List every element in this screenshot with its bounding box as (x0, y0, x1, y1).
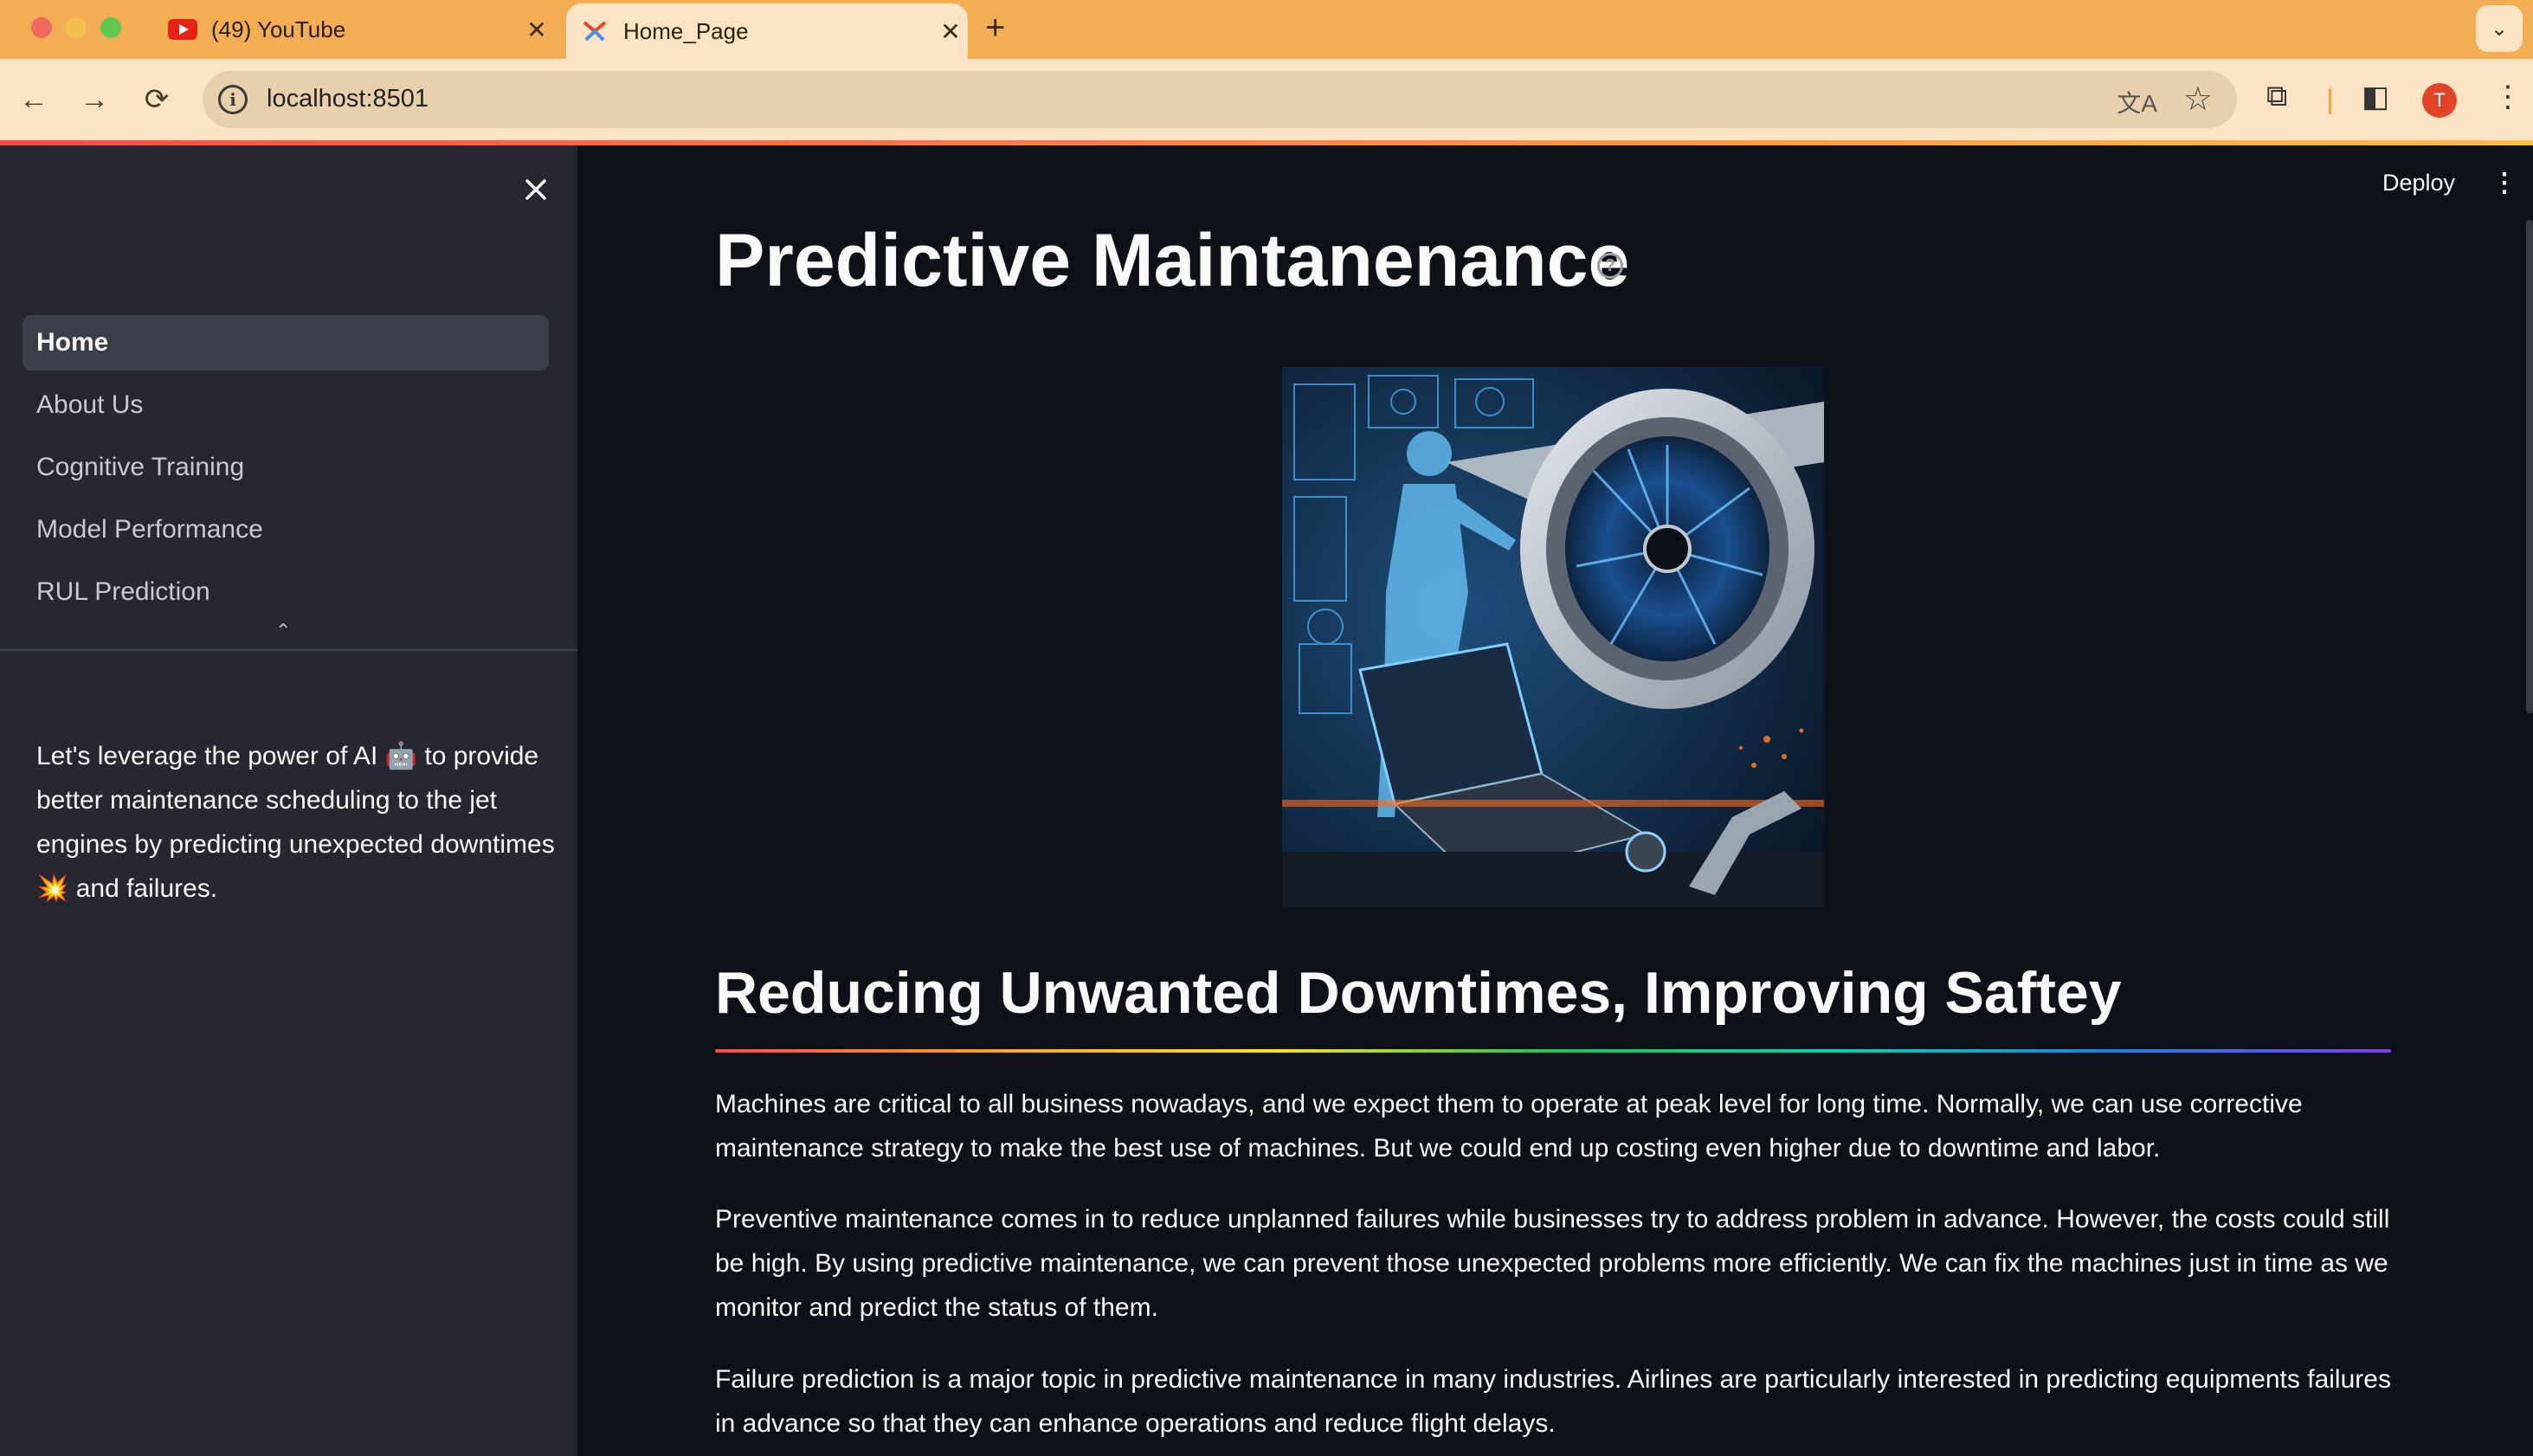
heading-divider (715, 1049, 2391, 1053)
collapse-nav-chevron-icon[interactable]: ⌃ (275, 620, 291, 642)
close-sidebar-icon[interactable] (516, 170, 556, 209)
paragraph-preventive: Preventive maintenance comes in to reduc… (715, 1205, 2390, 1322)
page-title: Predictive Maintanenance (715, 219, 1630, 302)
window-maximize-button[interactable] (100, 17, 121, 38)
collision-emoji-icon: 💥 (36, 874, 69, 903)
reload-icon[interactable]: ⟳ (135, 78, 178, 121)
tab-title: Home_Page (623, 17, 749, 44)
paragraph-failure-prediction: Failure prediction is a major topic in p… (715, 1365, 2391, 1438)
side-panel-icon[interactable]: ◧ (2362, 80, 2389, 114)
tab-home-page[interactable]: Home_Page ✕ (566, 3, 968, 59)
youtube-icon (168, 15, 197, 44)
sidebar-nav: Home About Us Cognitive Training Model P… (23, 315, 549, 627)
sidebar-item-rul-prediction[interactable]: RUL Prediction (23, 564, 549, 620)
tab-search-chevron-icon[interactable]: ⌄ (2476, 5, 2523, 52)
section-heading: Reducing Unwanted Downtimes, Improving S… (715, 960, 2122, 1026)
sidebar: Home About Us Cognitive Training Model P… (0, 145, 577, 1456)
back-arrow-icon[interactable]: ← (12, 78, 55, 121)
main-scrollbar[interactable] (2526, 220, 2533, 713)
streamlit-icon (580, 16, 609, 46)
window-close-button[interactable] (31, 17, 52, 38)
help-tooltip-icon[interactable]: ? (1597, 253, 1623, 279)
profile-avatar[interactable]: T (2422, 83, 2457, 118)
deploy-button[interactable]: Deploy (2382, 170, 2455, 196)
translate-icon[interactable]: 文A (2117, 85, 2157, 119)
sidebar-item-about-us[interactable]: About Us (23, 377, 549, 433)
paragraph-corrective: Machines are critical to all business no… (715, 1090, 2303, 1163)
address-bar[interactable]: i localhost:8501 文A ☆ (203, 71, 2237, 128)
tab-title: (49) YouTube (211, 16, 346, 42)
url-text[interactable]: localhost:8501 (267, 85, 429, 113)
site-info-icon[interactable]: i (218, 85, 248, 114)
sidebar-item-model-performance[interactable]: Model Performance (23, 502, 549, 557)
bookmark-star-icon[interactable]: ☆ (2183, 80, 2213, 119)
main-menu-icon[interactable]: ⋮ (2491, 168, 2517, 198)
new-tab-button[interactable]: + (985, 9, 1005, 48)
sidebar-item-home[interactable]: Home (23, 315, 549, 370)
close-tab-icon[interactable]: ✕ (519, 16, 554, 44)
window-minimize-button[interactable] (66, 17, 87, 38)
sidebar-item-cognitive-training[interactable]: Cognitive Training (23, 440, 549, 495)
close-tab-icon[interactable]: ✕ (933, 17, 968, 46)
toolbar-divider (2329, 88, 2331, 114)
browser-tab-bar: (49) YouTube ✕ Home_Page ✕ + ⌄ (0, 0, 2533, 59)
tab-youtube[interactable]: (49) YouTube ✕ (147, 0, 554, 59)
robot-emoji-icon: 🤖 (384, 742, 418, 770)
sidebar-divider (0, 649, 577, 651)
sidebar-description: Let's leverage the power of AI 🤖 to prov… (36, 742, 555, 903)
hero-image-jet-engine (1282, 367, 1824, 907)
extensions-puzzle-icon[interactable]: ⧉ (2266, 80, 2287, 113)
browser-toolbar: ← → ⟳ i localhost:8501 文A ☆ ⧉ ◧ T ⋮ (0, 59, 2533, 140)
browser-menu-icon[interactable]: ⋮ (2493, 80, 2523, 114)
forward-arrow-icon[interactable]: → (73, 78, 116, 121)
